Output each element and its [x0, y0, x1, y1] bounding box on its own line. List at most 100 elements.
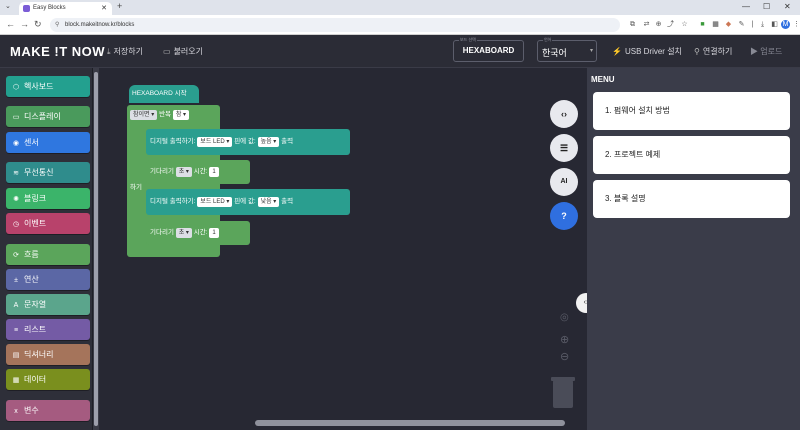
palette-category-label: 블링크: [24, 194, 47, 203]
repeat-mode-dropdown[interactable]: 참이면 ▾: [130, 110, 158, 120]
translate-icon[interactable]: ⇄: [642, 20, 651, 29]
palette-category-button[interactable]: ▭ 디스플레이: [6, 106, 90, 127]
palette-category-button[interactable]: ◉ 센서: [6, 132, 90, 153]
download-icon[interactable]: ⤓: [758, 20, 767, 29]
menu-item-firmware[interactable]: 1. 펌웨어 설치 방법: [593, 92, 790, 130]
pin-dropdown[interactable]: 보드 LED ▾: [197, 137, 233, 147]
profile-avatar-icon[interactable]: M: [781, 20, 790, 29]
text-icon: A: [13, 302, 19, 309]
zoom-in-icon[interactable]: ⊕: [560, 333, 569, 346]
palette-category-button[interactable]: ≡ 리스트: [6, 319, 90, 340]
palette-category-button[interactable]: A 문자열: [6, 294, 90, 315]
blink-icon: ✺: [13, 196, 19, 203]
save-label: 저장하기: [113, 47, 143, 56]
usb-driver-button[interactable]: ⚡ USB Driver 설치: [612, 46, 682, 57]
display-icon: ▭: [12, 114, 20, 121]
board-select[interactable]: 보드 선택 HEXABOARD: [453, 37, 524, 62]
recenter-icon[interactable]: ◎: [560, 312, 569, 323]
help-icon: ?: [561, 211, 567, 221]
palette-category-label: 변수: [24, 406, 39, 415]
extension-grid-icon[interactable]: ▦: [711, 20, 720, 29]
close-tab-icon[interactable]: ✕: [101, 2, 107, 15]
browser-tab[interactable]: Easy Blocks ✕: [19, 2, 112, 15]
palette-category-button[interactable]: ▤ 딕셔너리: [6, 344, 90, 365]
reload-icon[interactable]: ↻: [34, 19, 42, 30]
flow-icon: ⟳: [13, 252, 19, 259]
share-icon[interactable]: ⤴: [666, 20, 675, 29]
digital-write-block[interactable]: 디지털 출력하기: 보드 LED ▾ 핀에 값: 낮음 ▾ 출력: [146, 189, 350, 215]
extension-fox-icon[interactable]: ◆: [724, 20, 733, 29]
wait-block[interactable]: 기다리기 초 ▾ 시간: 1: [146, 221, 250, 245]
pin-dropdown[interactable]: 보드 LED ▾: [197, 197, 233, 207]
save-button[interactable]: ⤓ 저장하기: [107, 46, 143, 57]
browser-toolbar: ← → ↻ ⚲ block.makeitnow.kr/blocks ⧉ ⇄ ⊕ …: [0, 15, 800, 35]
palette-category-label: 헥사보드: [24, 82, 54, 91]
menu-item-examples[interactable]: 2. 프로젝트 예제: [593, 136, 790, 174]
new-tab-icon[interactable]: +: [117, 1, 122, 11]
palette-category-label: 센서: [24, 138, 39, 147]
back-icon[interactable]: ←: [6, 19, 15, 29]
forward-icon[interactable]: →: [20, 19, 29, 29]
console-button[interactable]: ☰: [550, 134, 578, 162]
usb-icon: ⚡: [612, 47, 622, 56]
site-info-icon[interactable]: ⚲: [55, 18, 59, 32]
digital-write-block[interactable]: 디지털 출력하기: 보드 LED ▾ 핀에 값: 높음 ▾ 출력: [146, 129, 350, 155]
language-select[interactable]: 언어 한국어 ▾: [537, 37, 597, 62]
value-dropdown[interactable]: 낮음 ▾: [257, 197, 280, 207]
usb-driver-label: USB Driver 설치: [624, 47, 682, 56]
palette-category-button[interactable]: ◷ 이벤트: [6, 213, 90, 234]
menu-item-block-guide[interactable]: 3. 블록 설명: [593, 180, 790, 218]
blocks-workspace[interactable]: HEXABOARD 시작 참이면 ▾ 반복 참 ▾ 하기 디지털 출력하기: 보…: [99, 68, 587, 430]
extension-green-icon[interactable]: ■: [698, 20, 707, 29]
connect-button[interactable]: ⚲ 연결하기: [694, 46, 732, 57]
block-category-palette: ⬡ 헥사보드 ▭ 디스플레이 ◉ 센서 ≋ 무선통신 ✺ 블링크 ◷ 이벤트 ⟳ 흐름 ± 연산 A 문자열 ≡ 리스…: [0, 68, 92, 430]
zoom-out-icon[interactable]: ⊖: [560, 350, 569, 363]
help-button[interactable]: ?: [550, 202, 578, 230]
more-menu-icon[interactable]: ⋮: [792, 20, 800, 29]
repeat-condition-value[interactable]: 참 ▾: [172, 110, 190, 120]
time-unit-dropdown[interactable]: 초 ▾: [175, 167, 192, 177]
ai-button[interactable]: AI: [550, 168, 578, 196]
address-bar[interactable]: ⚲ block.makeitnow.kr/blocks: [50, 18, 620, 32]
screenshot-icon[interactable]: ⧉: [628, 20, 637, 29]
palette-category-button[interactable]: x 변수: [6, 400, 90, 421]
tab-search-icon[interactable]: ⌄: [5, 2, 11, 10]
palette-category-label: 디스플레이: [24, 112, 61, 121]
app-header: MAKE !T NOW ⤓ 저장하기 ▭ 불러오기 보드 선택 HEXABOARD …: [0, 35, 800, 68]
play-icon: ▶: [750, 47, 758, 56]
palette-category-label: 흐름: [24, 250, 39, 259]
wait-time-input[interactable]: 1: [209, 228, 219, 238]
zoom-icon[interactable]: ⊕: [654, 20, 663, 29]
time-unit-dropdown[interactable]: 초 ▾: [175, 228, 192, 238]
palette-category-button[interactable]: ≋ 무선통신: [6, 162, 90, 183]
palette-category-label: 딕셔너리: [24, 350, 54, 359]
tab-title: Easy Blocks: [33, 5, 66, 11]
open-button[interactable]: ▭ 불러오기: [163, 46, 203, 57]
minimize-icon[interactable]: —: [742, 2, 750, 11]
chevron-down-icon: ▾: [590, 48, 594, 54]
palette-category-button[interactable]: ± 연산: [6, 269, 90, 290]
start-block[interactable]: HEXABOARD 시작: [129, 85, 199, 103]
side-panel-icon[interactable]: ◧: [770, 20, 779, 29]
code-view-button[interactable]: ‹›: [550, 100, 578, 128]
code-icon: ‹›: [561, 109, 567, 119]
wait-block[interactable]: 기다리기 초 ▾ 시간: 1: [146, 160, 250, 184]
plug-icon: ⚲: [694, 47, 700, 56]
palette-category-button[interactable]: ✺ 블링크: [6, 188, 90, 209]
trash-icon[interactable]: [551, 377, 575, 408]
close-window-icon[interactable]: ✕: [784, 2, 791, 11]
wait-time-input[interactable]: 1: [209, 167, 219, 177]
variable-icon: x: [14, 408, 18, 415]
hexaboard-icon: ⬡: [12, 84, 20, 91]
palette-category-button[interactable]: ⬡ 헥사보드: [6, 76, 90, 97]
upload-button[interactable]: ▶ 업로드: [750, 46, 782, 57]
palette-category-button[interactable]: ⟳ 흐름: [6, 244, 90, 265]
palette-scrollbar-thumb[interactable]: [94, 72, 98, 426]
extensions-puzzle-icon[interactable]: ✎: [737, 20, 746, 29]
palette-category-button[interactable]: ▦ 데이터: [6, 369, 90, 390]
favicon-icon: [23, 5, 30, 12]
bookmark-icon[interactable]: ☆: [680, 20, 689, 29]
maximize-icon[interactable]: ☐: [763, 2, 770, 11]
workspace-horizontal-scrollbar[interactable]: [255, 420, 565, 426]
value-dropdown[interactable]: 높음 ▾: [257, 137, 280, 147]
